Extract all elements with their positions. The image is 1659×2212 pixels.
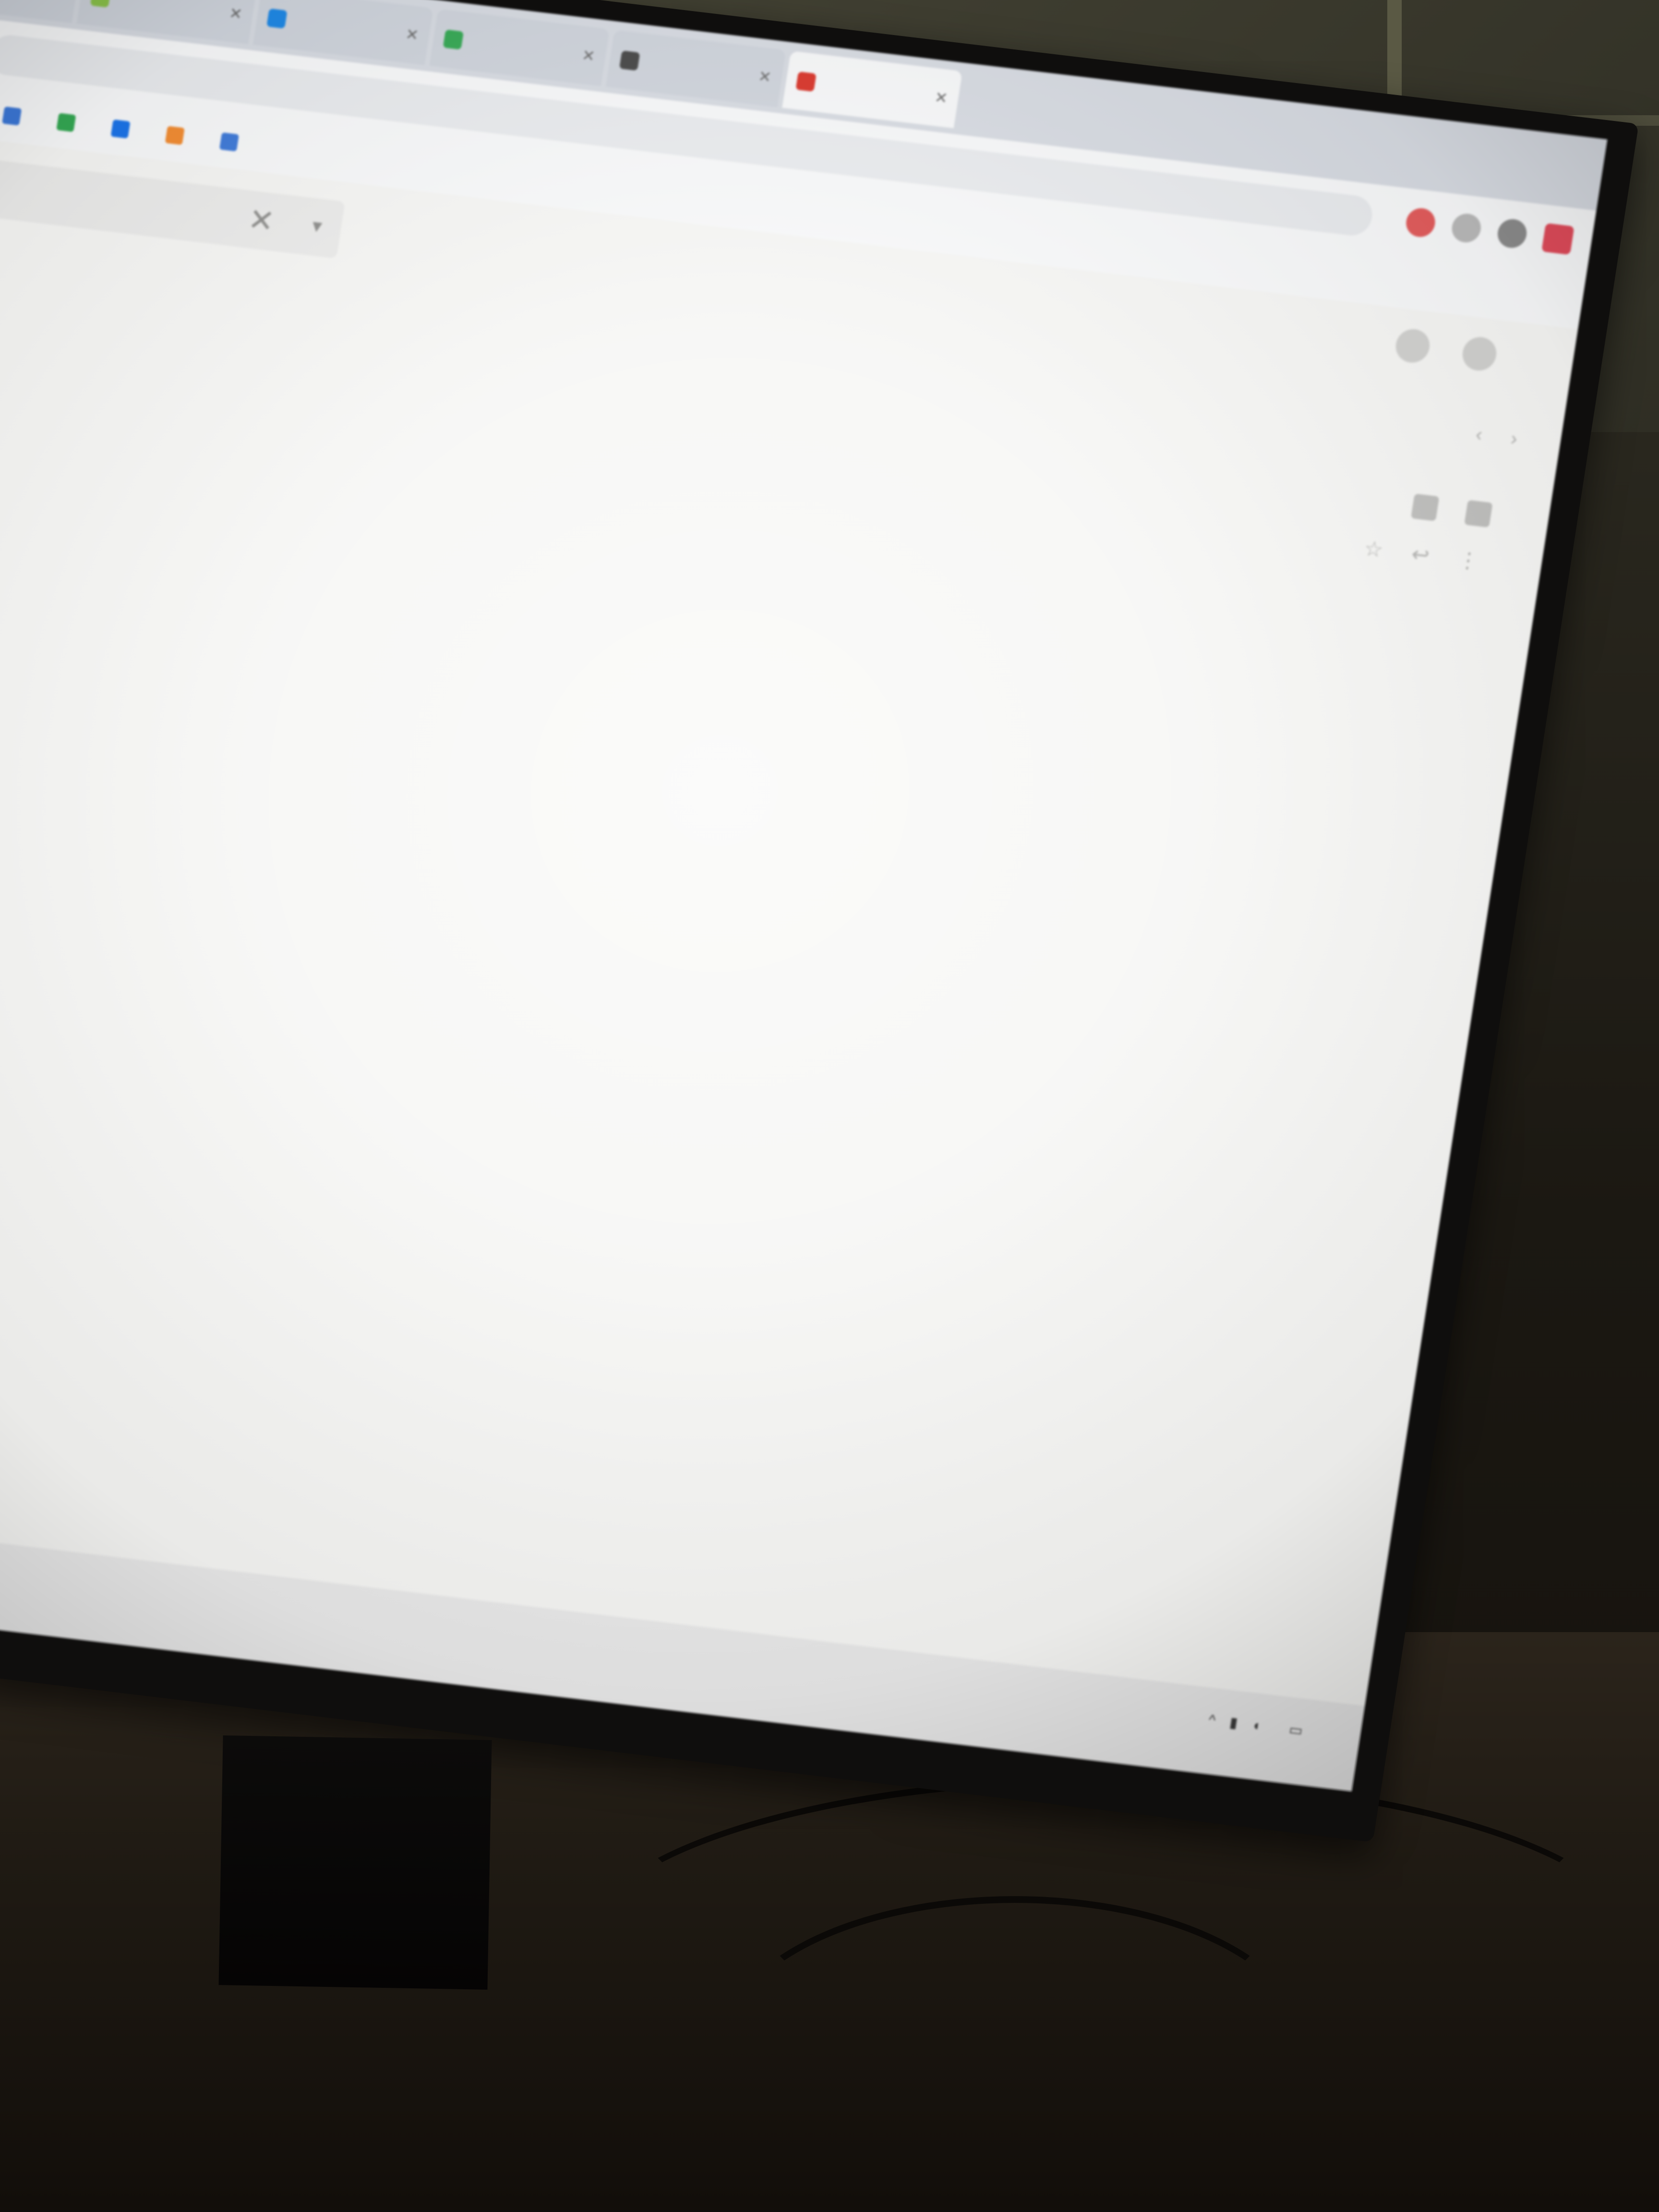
gear-icon[interactable] <box>1460 335 1499 373</box>
notification-icon[interactable]: ▭ <box>1288 1721 1304 1740</box>
bookmark-item[interactable] <box>219 132 248 153</box>
tab-label <box>646 62 751 75</box>
network-icon[interactable]: ▮ <box>1228 1714 1239 1732</box>
chevron-left-icon[interactable]: ‹ <box>1474 424 1484 446</box>
bookmark-icon <box>2 106 22 126</box>
tab-favicon-icon <box>443 29 464 50</box>
mail-page: ✕ ▾ ‹ › ☆ ↩ ⋮ <box>0 124 1578 1706</box>
chevron-up-icon[interactable]: ^ <box>1207 1712 1216 1729</box>
bookmark-icon <box>56 113 76 132</box>
tab-label <box>117 0 222 12</box>
browser-tab[interactable]: ✕ <box>0 0 81 24</box>
photo-scene: ✕ ✕ ✕ ✕ ✕ ✕ ✕ ▾ <box>0 0 1659 2212</box>
close-icon[interactable]: ✕ <box>246 201 277 240</box>
monitor: ✕ ✕ ✕ ✕ ✕ ✕ ✕ ▾ <box>0 0 1658 1883</box>
open-new-window-icon[interactable] <box>1464 500 1493 528</box>
toolbar-icons <box>1404 206 1575 255</box>
tab-favicon-icon <box>90 0 111 8</box>
message-actions <box>1410 493 1493 528</box>
close-tab-icon[interactable]: ✕ <box>757 67 772 86</box>
tab-favicon-icon <box>795 72 817 92</box>
pager-nav: ‹ › <box>1474 424 1519 450</box>
tab-label <box>470 42 575 54</box>
more-icon[interactable]: ⋮ <box>1456 547 1480 574</box>
reply-icon[interactable]: ↩ <box>1410 542 1431 568</box>
extension-icon[interactable] <box>1404 206 1437 239</box>
system-tray: ^ ▮ ◖ ▭ <box>1207 1712 1304 1740</box>
star-icon[interactable]: ☆ <box>1362 536 1385 563</box>
close-tab-icon[interactable]: ✕ <box>51 0 67 2</box>
header-icons <box>1393 327 1499 373</box>
bookmark-icon <box>219 132 240 152</box>
monitor-stand <box>218 1735 492 1990</box>
tab-label <box>823 84 927 96</box>
extension-icon[interactable] <box>1495 217 1529 250</box>
bookmark-icon <box>110 119 131 139</box>
bookmark-item[interactable] <box>110 119 139 140</box>
chevron-right-icon[interactable]: › <box>1509 428 1519 450</box>
tab-label <box>294 21 398 33</box>
monitor-screen: ✕ ✕ ✕ ✕ ✕ ✕ ✕ ▾ <box>0 0 1608 1791</box>
bookmark-item[interactable] <box>56 113 84 133</box>
bookmark-item[interactable] <box>165 126 193 146</box>
extension-icon[interactable] <box>1450 212 1483 244</box>
chevron-down-icon[interactable]: ▾ <box>311 215 324 238</box>
tab-favicon-icon <box>619 50 640 71</box>
extension-icon[interactable] <box>1541 223 1575 255</box>
message-meta-icons: ☆ ↩ ⋮ <box>1362 536 1480 574</box>
print-icon[interactable] <box>1410 493 1440 521</box>
close-tab-icon[interactable]: ✕ <box>933 88 949 108</box>
bookmark-icon <box>165 126 185 145</box>
volume-icon[interactable]: ◖ <box>1250 1717 1262 1734</box>
close-tab-icon[interactable]: ✕ <box>404 25 420 45</box>
help-icon[interactable] <box>1393 327 1432 365</box>
desk-cable <box>720 1896 1310 2198</box>
bookmark-item[interactable] <box>2 106 30 127</box>
tab-favicon-icon <box>266 8 288 29</box>
close-tab-icon[interactable]: ✕ <box>581 46 596 66</box>
close-tab-icon[interactable]: ✕ <box>228 4 243 24</box>
